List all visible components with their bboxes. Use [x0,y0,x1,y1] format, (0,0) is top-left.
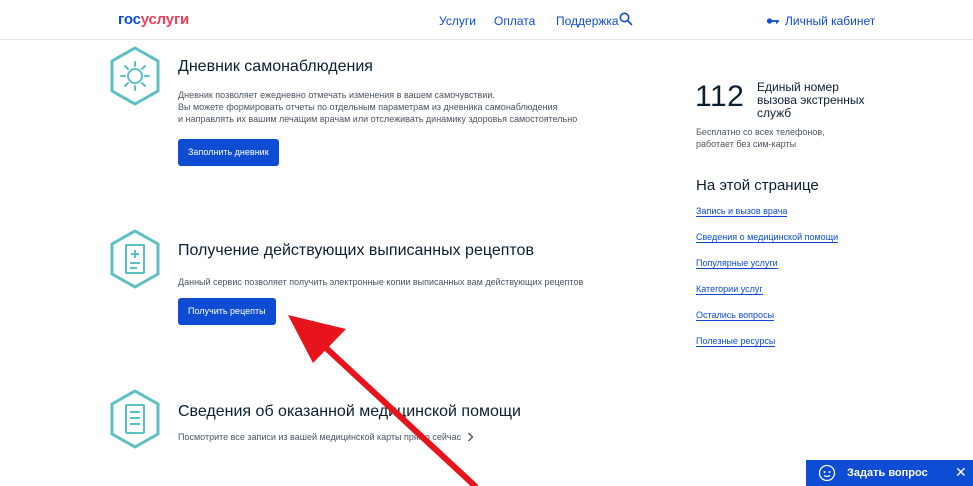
recipe-document-icon [110,229,160,289]
on-page-link[interactable]: Популярные услуги [696,258,838,284]
recipes-title: Получение действующих выписанных рецепто… [178,242,534,259]
on-page-link[interactable]: Полезные ресурсы [696,336,838,362]
sun-diary-icon [110,46,160,106]
on-page-title: На этой странице [696,177,819,194]
personal-cabinet-link[interactable]: Личный кабинет [766,14,875,28]
nav-support[interactable]: Поддержка [556,14,619,28]
emergency-number: 112 [695,80,745,113]
nav-payment[interactable]: Оплата [494,14,535,28]
on-page-link[interactable]: Категории услуг [696,284,838,310]
ask-question-widget[interactable]: Задать вопрос ✕ [806,460,973,486]
on-page-link-appointment[interactable]: Запись и вызов врача [696,206,788,217]
close-icon[interactable]: ✕ [955,465,967,479]
cabinet-label: Личный кабинет [785,14,876,28]
emergency-note: Бесплатно со всех телефонов, работает бе… [696,127,825,149]
logo-part-1: гос [118,11,141,28]
on-page-links: Запись и вызов врача Сведения о медицинс… [696,206,839,362]
nav-services[interactable]: Услуги [439,14,476,28]
on-page-link-categories[interactable]: Категории услуг [696,284,763,295]
search-icon[interactable] [618,11,634,27]
chat-bot-icon [818,464,836,482]
red-arrow-annotation [288,315,478,486]
on-page-link[interactable]: Сведения о медицинской помощи [696,232,839,258]
diary-text-line-1: Дневник позволяет ежедневно отмечать изм… [178,90,495,100]
on-page-link-questions[interactable]: Остались вопросы [696,310,775,321]
on-page-link-popular[interactable]: Популярные услуги [696,258,778,269]
medical-record-icon [110,389,160,449]
on-page-link-resources[interactable]: Полезные ресурсы [696,336,776,347]
emergency-label: Единый номер вызова экстренных служб [757,80,865,120]
on-page-link[interactable]: Остались вопросы [696,310,838,336]
on-page-link[interactable]: Запись и вызов врача [696,206,838,232]
top-header: госуслуги Услуги Оплата Поддержка Личный… [0,0,973,40]
on-page-link-medical-info[interactable]: Сведения о медицинской помощи [696,232,839,243]
gosuslugi-logo[interactable]: госуслуги [118,11,189,28]
key-icon [766,18,779,24]
logo-part-2: услуги [140,11,190,28]
diary-text-line-3: и направлять их вашим лечащим врачам или… [178,114,578,124]
get-recipes-button[interactable]: Получить рецепты [178,298,276,325]
fill-diary-button[interactable]: Заполнить дневник [178,139,279,166]
ask-question-label: Задать вопрос [847,467,928,479]
diary-text-line-2: Вы можете формировать отчеты по отдельны… [178,102,558,112]
recipes-text: Данный сервис позволяет получить электро… [178,277,584,287]
diary-title: Дневник самонаблюдения [178,58,373,75]
